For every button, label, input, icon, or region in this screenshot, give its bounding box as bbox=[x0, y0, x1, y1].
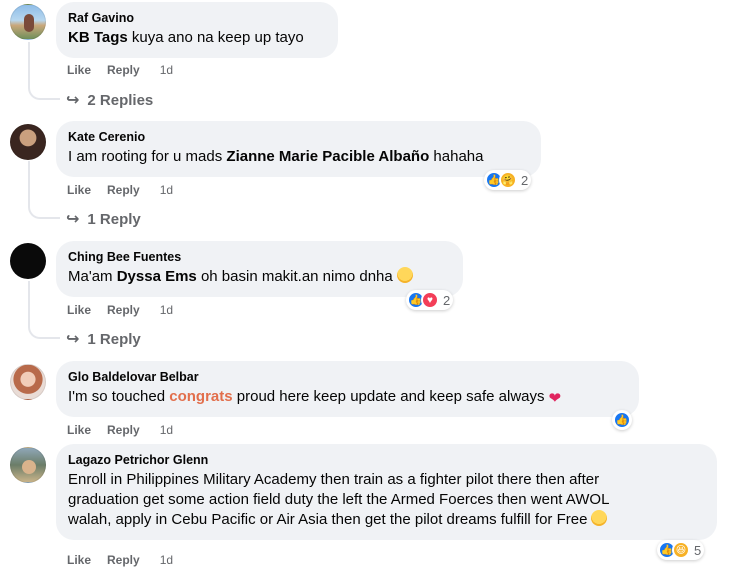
comment-actions: Like Reply 1d bbox=[67, 423, 173, 437]
comment-text-part: I'm so touched bbox=[68, 388, 170, 405]
reaction-count: 5 bbox=[694, 542, 702, 558]
highlighted-word: congrats bbox=[169, 388, 233, 405]
comment-author[interactable]: Ching Bee Fuentes bbox=[68, 249, 451, 265]
comment-timestamp[interactable]: 1d bbox=[160, 423, 173, 437]
reply-button[interactable]: Reply bbox=[107, 303, 140, 317]
comment-text-part: hahaha bbox=[429, 148, 484, 165]
avatar[interactable] bbox=[10, 447, 46, 483]
thread-line bbox=[28, 42, 30, 88]
comment-actions: Like Reply 1d bbox=[67, 183, 173, 197]
avatar[interactable] bbox=[10, 243, 46, 279]
comment-text-part: proud here keep update and keep safe alw… bbox=[232, 388, 545, 405]
comment-bubble: Glo Baldelovar Belbar I'm so touched con… bbox=[56, 361, 639, 417]
comment-text: I am rooting for u mads Zianne Marie Pac… bbox=[68, 147, 529, 167]
comment-bubble: Kate Cerenio I am rooting for u mads Zia… bbox=[56, 121, 541, 177]
comment-bubble: Lagazo Petrichor Glenn Enroll in Philipp… bbox=[56, 444, 717, 540]
reaction-summary[interactable]: 👍 🤗 2 bbox=[484, 170, 532, 190]
heart-emoji-icon: ❤ bbox=[548, 390, 562, 407]
comment-text: Ma'am Dyssa Ems oh basin makit.an nimo d… bbox=[68, 267, 451, 287]
replies-count: 1 Reply bbox=[87, 330, 141, 348]
reaction-summary[interactable]: 👍 😆 5 bbox=[657, 540, 705, 560]
reply-arrow-icon: ↪ bbox=[66, 92, 80, 109]
comment-author[interactable]: Kate Cerenio bbox=[68, 129, 529, 145]
comment-timestamp[interactable]: 1d bbox=[160, 183, 173, 197]
comment-text-line: walah, apply in Cebu Pacific or Air Asia… bbox=[68, 510, 705, 530]
avatar[interactable] bbox=[10, 364, 46, 400]
mention[interactable]: KB Tags bbox=[68, 29, 128, 46]
reaction-count: 2 bbox=[521, 172, 529, 188]
comment-timestamp[interactable]: 1d bbox=[160, 303, 173, 317]
mention[interactable]: Zianne Marie Pacible Albaño bbox=[226, 148, 429, 165]
comment-text: KB Tags kuya ano na keep up tayo bbox=[68, 28, 326, 48]
reply-button[interactable]: Reply bbox=[107, 553, 140, 567]
reaction-count: 2 bbox=[443, 292, 451, 308]
like-button[interactable]: Like bbox=[67, 303, 91, 317]
comment-bubble: Ching Bee Fuentes Ma'am Dyssa Ems oh bas… bbox=[56, 241, 463, 297]
comment-actions: Like Reply 1d bbox=[67, 63, 173, 77]
comment-text-part: oh basin makit.an nimo dnha bbox=[196, 268, 393, 285]
like-button[interactable]: Like bbox=[67, 183, 91, 197]
thread-line bbox=[28, 281, 30, 327]
like-reaction-icon: 👍 bbox=[613, 411, 631, 429]
reply-arrow-icon: ↪ bbox=[66, 331, 80, 348]
mention[interactable]: Dyssa Ems bbox=[117, 268, 197, 285]
reply-button[interactable]: Reply bbox=[107, 183, 140, 197]
comment-timestamp[interactable]: 1d bbox=[160, 63, 173, 77]
comment-author[interactable]: Raf Gavino bbox=[68, 10, 326, 26]
love-reaction-icon: ♥ bbox=[421, 291, 439, 309]
view-replies-button[interactable]: ↪ 1 Reply bbox=[66, 329, 141, 349]
haha-reaction-icon: 😆 bbox=[672, 541, 690, 559]
avatar[interactable] bbox=[10, 4, 46, 40]
like-button[interactable]: Like bbox=[67, 553, 91, 567]
thread-curve bbox=[28, 205, 60, 219]
comment-actions: Like Reply 1d bbox=[67, 553, 173, 567]
comment-text-part: kuya ano na keep up tayo bbox=[127, 29, 304, 46]
like-button[interactable]: Like bbox=[67, 423, 91, 437]
comment-text-line: Enroll in Philippines Military Academy t… bbox=[68, 471, 600, 488]
thread-curve bbox=[28, 325, 60, 339]
comment-text-line: graduation get some action field duty th… bbox=[68, 491, 610, 508]
view-replies-button[interactable]: ↪ 2 Replies bbox=[66, 90, 153, 110]
care-reaction-icon: 🤗 bbox=[499, 171, 517, 189]
view-replies-button[interactable]: ↪ 1 Reply bbox=[66, 209, 141, 229]
reaction-summary[interactable]: 👍 ♥ 2 bbox=[406, 290, 454, 310]
comment-timestamp[interactable]: 1d bbox=[160, 553, 173, 567]
comment-text-part: I am rooting for u mads bbox=[68, 148, 227, 165]
laughing-emoji-icon bbox=[591, 510, 608, 526]
reply-arrow-icon: ↪ bbox=[66, 211, 80, 228]
smile-emoji-icon bbox=[396, 267, 413, 283]
reaction-summary[interactable]: 👍 bbox=[612, 410, 632, 430]
comment-text: I'm so touched congrats proud here keep … bbox=[68, 387, 627, 409]
avatar[interactable] bbox=[10, 124, 46, 160]
comment-author[interactable]: Lagazo Petrichor Glenn bbox=[68, 452, 705, 468]
comment-author[interactable]: Glo Baldelovar Belbar bbox=[68, 369, 627, 385]
comment-text-part: Ma'am bbox=[68, 268, 117, 285]
comment-bubble: Raf Gavino KB Tags kuya ano na keep up t… bbox=[56, 2, 338, 58]
comment-text-part: walah, apply in Cebu Pacific or Air Asia… bbox=[68, 511, 588, 528]
thread-line bbox=[28, 161, 30, 207]
replies-count: 2 Replies bbox=[87, 91, 154, 109]
thread-curve bbox=[28, 86, 60, 100]
comment-actions: Like Reply 1d bbox=[67, 303, 173, 317]
like-button[interactable]: Like bbox=[67, 63, 91, 77]
reply-button[interactable]: Reply bbox=[107, 423, 140, 437]
replies-count: 1 Reply bbox=[87, 210, 141, 228]
reply-button[interactable]: Reply bbox=[107, 63, 140, 77]
